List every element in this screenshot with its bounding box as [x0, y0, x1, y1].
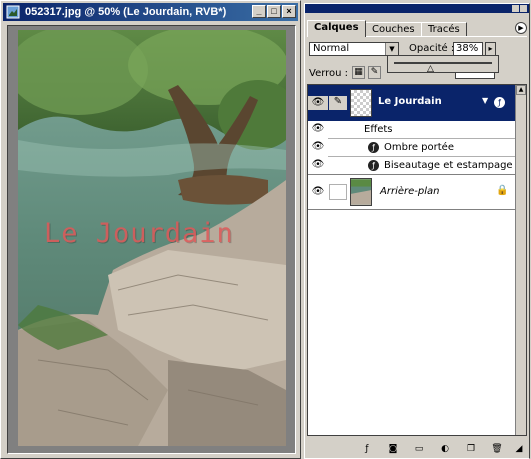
text-layer-name[interactable]: Le Jourdain [378, 96, 442, 107]
text-layer-thumbnail[interactable] [350, 89, 372, 117]
effect-row-bevel-emboss[interactable]: 👁 ƒ Biseautage et estampage [308, 157, 526, 174]
blend-mode-value: Normal [313, 43, 350, 54]
palette-tabs: Calques Couches Tracés ▶ [307, 20, 527, 37]
new-set-icon[interactable]: ▭ [413, 443, 425, 455]
resize-grip-icon[interactable]: ◢ [513, 443, 525, 455]
eye-icon[interactable]: 👁 [308, 123, 328, 134]
layer-effects-header[interactable]: 👁 Effets [308, 121, 526, 138]
opacity-input[interactable]: 38% [453, 42, 483, 56]
link-cell[interactable] [329, 184, 347, 200]
palette-bottom-toolbar: ƒ ◙ ▭ ◐ ❐ 🗑 ◢ [307, 441, 527, 457]
effect-drop-shadow-label[interactable]: Ombre portée [384, 142, 454, 153]
layers-scrollbar[interactable]: ▲ [515, 85, 526, 435]
lock-label: Verrou : [309, 68, 349, 79]
document-title: 052317.jpg @ 50% (Le Jourdain, RVB*) [25, 6, 227, 18]
palette-titlebar[interactable] [305, 4, 529, 13]
lock-transparency-icon[interactable]: ▦ [352, 66, 365, 79]
background-layer-name[interactable]: Arrière-plan [380, 186, 439, 197]
opacity-slider-thumb[interactable]: △ [427, 65, 434, 74]
add-layer-style-icon[interactable]: ƒ [361, 443, 373, 455]
eye-icon[interactable]: 👁 [308, 186, 328, 197]
palette-minimize-button[interactable] [512, 5, 519, 12]
blend-mode-select[interactable]: Normal ▼ [309, 42, 399, 56]
tab-traces[interactable]: Tracés [421, 22, 467, 36]
layer-row-background[interactable]: 👁 Arrière-plan 🔒 [308, 175, 526, 209]
lock-brush-icon[interactable]: ✎ [368, 66, 381, 79]
background-layer-thumbnail[interactable] [350, 178, 372, 206]
palette-close-button[interactable] [520, 5, 527, 12]
eye-icon[interactable]: 👁 [308, 159, 328, 170]
add-mask-icon[interactable]: ◙ [387, 443, 399, 455]
layer-effects-icon[interactable]: ƒ [494, 97, 505, 108]
maximize-button[interactable]: □ [267, 5, 281, 18]
chevron-down-icon[interactable]: ▼ [385, 43, 398, 55]
close-button[interactable]: × [282, 5, 296, 18]
new-adjustment-layer-icon[interactable]: ◐ [439, 443, 451, 455]
effect-icon: ƒ [368, 142, 379, 153]
photoshop-document-icon [6, 5, 20, 19]
lock-icon: 🔒 [496, 185, 509, 196]
opacity-slider-toggle[interactable]: ▸ [485, 42, 496, 56]
document-titlebar[interactable]: 052317.jpg @ 50% (Le Jourdain, RVB*) _ □… [3, 3, 298, 21]
effect-row-drop-shadow[interactable]: 👁 ƒ Ombre portée [308, 139, 526, 156]
canvas-area[interactable]: Le Jourdain [7, 25, 296, 454]
text-layer-content: Le Jourdain [44, 218, 234, 249]
tab-couches[interactable]: Couches [365, 22, 422, 36]
layers-palette[interactable]: Calques Couches Tracés ▶ Normal ▼ Opacit… [304, 3, 530, 459]
opacity-slider-popup[interactable]: △ [387, 55, 499, 74]
trash-icon[interactable]: 🗑 [491, 443, 503, 455]
new-layer-icon[interactable]: ❐ [465, 443, 477, 455]
eye-icon[interactable]: 👁 [308, 96, 328, 110]
opacity-slider-track[interactable] [394, 62, 492, 64]
palette-menu-icon[interactable]: ▶ [515, 22, 527, 34]
layers-list[interactable]: 👁 ✎ Le Jourdain ▼ ƒ 👁 Effets 👁 ƒ Ombre p… [307, 84, 527, 436]
opacity-label: Opacité : [409, 43, 455, 54]
minimize-button[interactable]: _ [252, 5, 266, 18]
effect-icon: ƒ [368, 160, 379, 171]
layer-divider [308, 209, 526, 210]
layer-row-le-jourdain[interactable]: 👁 ✎ Le Jourdain ▼ ƒ [308, 85, 526, 121]
eye-icon[interactable]: 👁 [308, 141, 328, 152]
expand-effects-icon[interactable]: ▼ [482, 96, 488, 105]
brush-icon[interactable]: ✎ [329, 96, 347, 110]
effects-label: Effets [364, 124, 393, 135]
effect-bevel-emboss-label[interactable]: Biseautage et estampage [384, 160, 513, 171]
scroll-up-button[interactable]: ▲ [516, 85, 526, 95]
tab-calques[interactable]: Calques [307, 20, 366, 37]
document-window[interactable]: 052317.jpg @ 50% (Le Jourdain, RVB*) _ □… [0, 0, 301, 459]
